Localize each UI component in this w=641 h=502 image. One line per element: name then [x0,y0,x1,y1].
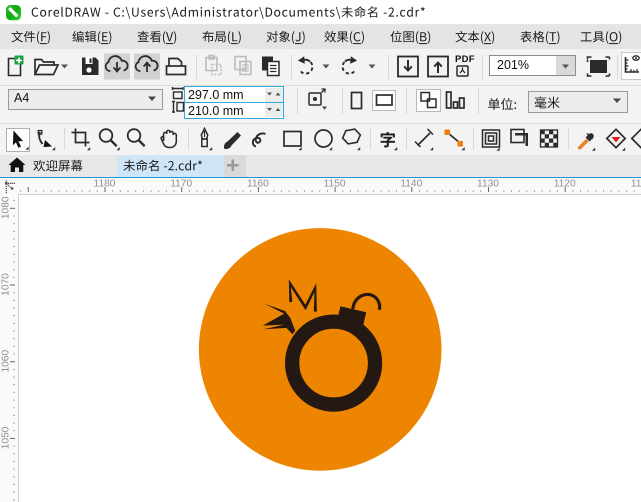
svg-text:1060: 1060 [1,350,12,373]
svg-text:1070: 1070 [1,273,12,296]
svg-text:1110: 1110 [631,178,641,189]
svg-text:1080: 1080 [1,196,12,219]
svg-text:1050: 1050 [1,426,12,449]
